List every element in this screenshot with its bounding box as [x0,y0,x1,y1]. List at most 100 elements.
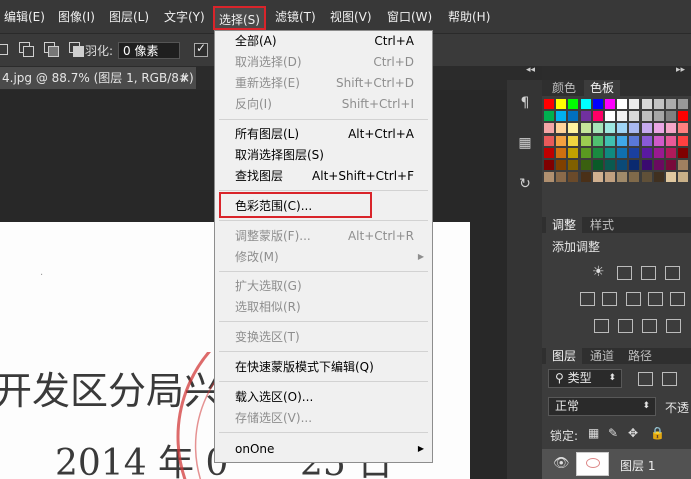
color-swatch[interactable] [641,135,652,146]
color-swatch[interactable] [641,99,652,109]
color-swatch[interactable] [653,172,664,183]
menu-view[interactable]: 视图(V) [330,0,372,33]
color-swatch[interactable] [629,135,640,146]
menu-item-modify[interactable]: 修改(M) ▶ [215,247,432,267]
vibrance-icon[interactable] [580,292,595,306]
color-swatch[interactable] [568,160,579,170]
color-swatch[interactable] [592,135,603,146]
color-swatch[interactable] [605,123,615,134]
color-swatch[interactable] [580,123,591,134]
tab-layers[interactable]: 图层 [546,348,583,364]
color-swatch[interactable] [605,99,615,109]
menu-item-grow[interactable]: 扩大选取(G) [215,276,432,296]
menu-item-deselect[interactable]: 取消选择(D) Ctrl+D [215,52,432,72]
gradient-map-icon[interactable] [666,319,681,333]
color-swatch[interactable] [592,123,603,134]
color-swatch[interactable] [678,111,689,122]
color-swatch[interactable] [666,172,676,183]
color-swatch[interactable] [592,111,603,122]
color-swatch[interactable] [666,111,676,122]
color-swatch[interactable] [605,172,615,183]
menu-select[interactable]: 选择(S) [213,6,266,30]
color-swatch[interactable] [605,147,615,158]
eye-visibility-icon[interactable]: 👁 [553,456,570,471]
color-swatch[interactable] [580,111,591,122]
color-swatch[interactable] [666,147,676,158]
color-swatch[interactable] [629,160,640,170]
lock-position-icon[interactable]: ✥ [628,426,638,440]
color-swatch[interactable] [617,147,628,158]
color-swatch[interactable] [568,135,579,146]
color-swatch[interactable] [678,123,689,134]
posterize-icon[interactable] [618,319,633,333]
color-swatch[interactable] [629,111,640,122]
color-swatch[interactable] [568,172,579,183]
color-swatch[interactable] [556,135,567,146]
color-swatch[interactable] [641,147,652,158]
color-swatch[interactable] [544,147,554,158]
layer-row[interactable]: 👁 图层 1 [542,449,691,479]
history-icon[interactable]: ↻ [517,176,533,192]
color-swatch[interactable] [678,135,689,146]
black-white-icon[interactable] [648,292,663,306]
exposure-icon[interactable] [665,266,680,280]
color-swatch[interactable] [617,99,628,109]
color-swatch[interactable] [617,135,628,146]
menu-help[interactable]: 帮助(H) [448,0,490,33]
color-swatch[interactable] [641,172,652,183]
lock-transparent-icon[interactable]: ▦ [588,426,599,440]
color-swatch[interactable] [629,123,640,134]
color-swatch[interactable] [580,99,591,109]
color-swatch[interactable] [641,160,652,170]
color-swatch[interactable] [544,135,554,146]
close-tab-icon[interactable]: × [180,67,190,89]
panel-collapse-bar[interactable]: ◂◂ ▸▸ [526,65,691,80]
color-swatch[interactable] [629,147,640,158]
menu-item-all-layers[interactable]: 所有图层(L) Alt+Ctrl+A [215,124,432,144]
menu-item-inverse[interactable]: 反向(I) Shift+Ctrl+I [215,94,432,114]
color-swatch[interactable] [592,160,603,170]
lock-all-icon[interactable]: 🔒 [650,426,665,440]
color-swatch[interactable] [605,135,615,146]
tab-color[interactable]: 颜色 [546,80,582,96]
color-swatch[interactable] [653,160,664,170]
feather-input[interactable]: 0 像素 [118,42,180,59]
tab-styles[interactable]: 样式 [584,217,620,233]
color-swatch[interactable] [641,123,652,134]
color-swatch[interactable] [568,123,579,134]
color-swatch[interactable] [629,172,640,183]
color-swatch[interactable] [617,160,628,170]
menu-image[interactable]: 图像(I) [58,0,95,33]
threshold-icon[interactable] [642,319,657,333]
color-swatch[interactable] [580,172,591,183]
color-swatch[interactable] [617,172,628,183]
menu-edit[interactable]: 编辑(E) [4,0,45,33]
color-swatch[interactable] [592,172,603,183]
color-swatch[interactable] [605,111,615,122]
color-swatch[interactable] [544,99,554,109]
color-swatch[interactable] [544,111,554,122]
tab-channels[interactable]: 通道 [584,348,620,364]
menu-layer[interactable]: 图层(L) [109,0,149,33]
color-swatch[interactable] [653,123,664,134]
color-swatch[interactable] [666,99,676,109]
anti-alias-checkbox[interactable]: ✓ [194,41,208,57]
color-swatch[interactable] [678,160,689,170]
brush-presets-icon[interactable]: ▦ [517,135,533,151]
layer-name[interactable]: 图层 1 [620,457,655,474]
color-swatch[interactable] [629,99,640,109]
document-tab[interactable]: 4.jpg @ 88.7% (图层 1, RGB/8#) * × [0,67,196,107]
color-swatch[interactable] [580,147,591,158]
color-swatch[interactable] [666,123,676,134]
menu-item-transform-selection[interactable]: 变换选区(T) [215,327,432,347]
color-swatch[interactable] [605,160,615,170]
menu-item-deselect-layers[interactable]: 取消选择图层(S) [215,145,432,165]
color-swatch[interactable] [580,160,591,170]
menu-item-reselect[interactable]: 重新选择(E) Shift+Ctrl+D [215,73,432,93]
menu-item-quick-mask[interactable]: 在快速蒙版模式下编辑(Q) [215,357,432,377]
color-swatch[interactable] [653,111,664,122]
collapse-arrows-icon[interactable]: ◂◂ [526,65,535,75]
filter-pixel-icon[interactable] [638,372,653,386]
brightness-icon[interactable]: ☀ [592,264,605,280]
menu-item-select-all[interactable]: 全部(A) Ctrl+A [215,31,432,51]
